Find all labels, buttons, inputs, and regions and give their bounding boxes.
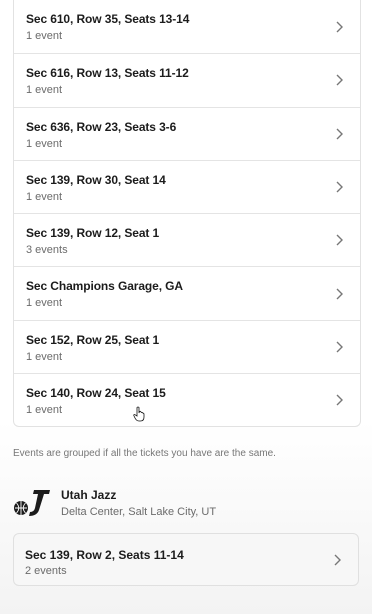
ticket-group-row[interactable]: Sec 140, Row 24, Seat 15 1 event (14, 373, 360, 426)
ticket-group-row[interactable]: Sec Champions Garage, GA 1 event (14, 266, 360, 319)
ticket-group-event-count: 1 event (26, 30, 63, 42)
ticket-group-event-count: 1 event (26, 350, 63, 363)
ticket-group-title: Sec 152, Row 25, Seat 1 (26, 332, 160, 347)
ticket-group-event-count: 3 events (26, 244, 68, 257)
ticket-group-row[interactable]: Sec 152, Row 25, Seat 1 1 event (14, 319, 360, 373)
chevron-right-icon (336, 181, 343, 193)
team-header: Utah Jazz Delta Center, Salt Lake City, … (12, 484, 362, 524)
ticket-group-title: Sec Champions Garage, GA (26, 279, 183, 294)
ticket-group-title: Sec 139, Row 2, Seats 11-14 (25, 548, 184, 562)
ticket-group-title: Sec 139, Row 30, Seat 14 (26, 172, 166, 187)
chevron-right-icon (336, 288, 343, 300)
ticket-group-row[interactable]: Sec 616, Row 13, Seats 11-12 1 event (14, 53, 360, 106)
ticket-group-event-count: 1 event (26, 190, 63, 203)
ticket-group-event-count: 1 event (26, 84, 63, 97)
ticket-group-event-count: 1 event (26, 297, 63, 310)
ticket-group-row[interactable]: Sec 636, Row 23, Seats 3-6 1 event (14, 106, 360, 160)
chevron-right-icon (336, 74, 343, 86)
chevron-right-icon (336, 21, 343, 33)
grouping-note: Events are grouped if all the tickets yo… (13, 448, 276, 459)
team-venue: Delta Center, Salt Lake City, UT (61, 506, 217, 518)
ticket-group-title: Sec 616, Row 13, Seats 11-12 (26, 66, 189, 81)
ticket-group-title: Sec 139, Row 12, Seat 1 (26, 226, 160, 241)
ticket-group-title: Sec 636, Row 23, Seats 3-6 (26, 119, 177, 134)
team-name: Utah Jazz (61, 488, 117, 502)
ticket-group-title: Sec 140, Row 24, Seat 15 (26, 386, 166, 401)
ticket-group-event-count: 1 event (26, 137, 63, 150)
ticket-group-list: Sec 610, Row 35, Seats 13-14 1 event Sec… (13, 0, 361, 428)
chevron-right-icon (336, 234, 343, 246)
chevron-right-icon (336, 394, 343, 406)
team-ticket-group-row[interactable]: Sec 139, Row 2, Seats 11-14 2 events (13, 533, 359, 586)
ticket-group-event-count: 1 event (26, 404, 63, 417)
ticket-group-row[interactable]: Sec 139, Row 12, Seat 1 3 events (14, 213, 360, 266)
hand-cursor-icon (133, 406, 145, 422)
ticket-group-row[interactable]: Sec 610, Row 35, Seats 13-14 1 event (14, 0, 360, 53)
chevron-right-icon (334, 554, 341, 565)
ticket-group-event-count: 2 events (25, 565, 67, 577)
ticket-group-row[interactable]: Sec 139, Row 30, Seat 14 1 event (14, 159, 360, 213)
chevron-right-icon (336, 128, 343, 140)
ticket-group-title: Sec 610, Row 35, Seats 13-14 (26, 12, 190, 26)
chevron-right-icon (336, 341, 343, 353)
utah-jazz-logo (14, 490, 50, 516)
